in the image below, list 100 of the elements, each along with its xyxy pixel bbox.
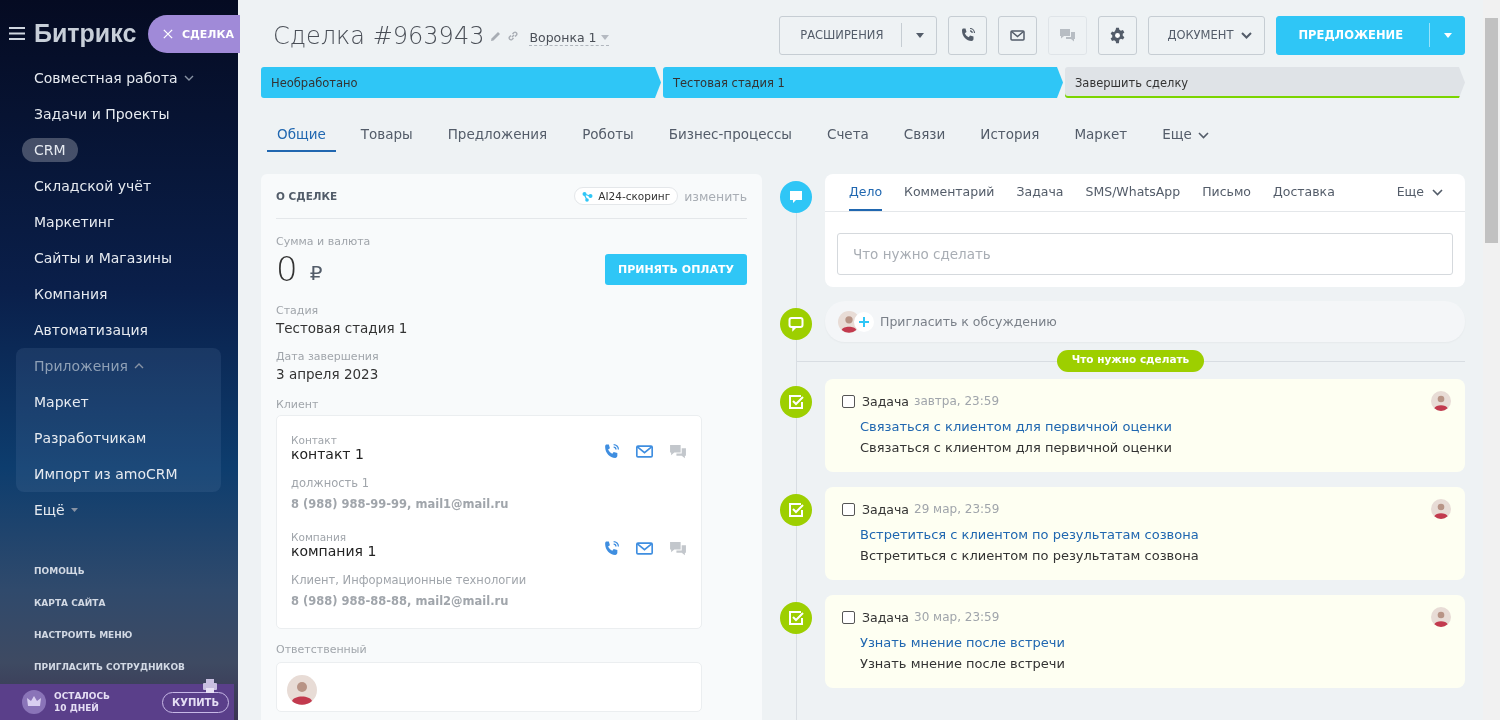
caret-icon <box>70 508 78 512</box>
tab[interactable]: Маркет <box>1064 118 1138 152</box>
stage-step[interactable]: Завершить сделку <box>1065 67 1465 98</box>
activity-tab[interactable]: SMS/WhatsApp <box>1085 174 1181 211</box>
printer-icon[interactable] <box>202 678 218 694</box>
menu-item[interactable]: Маркетинг <box>22 210 127 234</box>
settings-button[interactable] <box>1098 15 1138 55</box>
plus-icon <box>854 311 874 332</box>
menu-item[interactable]: Компания <box>22 282 120 306</box>
todo-input[interactable]: Что нужно сделать <box>837 233 1453 275</box>
task-type: Задача <box>862 501 910 517</box>
tab[interactable]: Связи <box>893 118 956 152</box>
checkbox[interactable] <box>842 502 855 516</box>
phone-icon <box>959 27 976 43</box>
nodes-icon <box>582 190 594 202</box>
client-contacts: 8 (988) 988-99-99, mail1@mail.ru <box>291 497 510 511</box>
field-label: Дата завершения <box>276 350 380 363</box>
footer-link[interactable]: ПРИГЛАСИТЬ СОТРУДНИКОВ <box>34 658 185 676</box>
menu-item[interactable]: Разработчикам <box>22 426 159 450</box>
checkbox[interactable] <box>842 610 855 624</box>
client-name: компания 1 <box>291 543 377 559</box>
tab[interactable]: Еще <box>1152 118 1219 152</box>
comment-icon <box>780 308 812 340</box>
menu-item[interactable]: Складской учёт <box>22 174 164 198</box>
document-button[interactable]: ДОКУМЕНТ <box>1148 15 1266 55</box>
call-button[interactable] <box>948 15 988 55</box>
scoring-badge[interactable]: AI24-скоринг <box>574 187 679 205</box>
task-deadline: 30 мар, 23:59 <box>914 610 1001 624</box>
activity-tab[interactable]: Письмо <box>1202 174 1251 211</box>
invite-bar[interactable]: Пригласить к обсуждению <box>825 301 1465 342</box>
tab[interactable]: Счета <box>816 118 879 152</box>
funnel-dropdown[interactable]: Воронка 1 <box>529 30 609 46</box>
trial-days: ОСТАЛОСЬ 10 ДНЕЙ <box>54 690 154 714</box>
task-title-link[interactable]: Связаться с клиентом для первичной оценки <box>860 419 1451 434</box>
footer-link[interactable]: НАСТРОИТЬ МЕНЮ <box>34 626 133 644</box>
menu-item[interactable]: Ещё <box>16 492 221 528</box>
activity-tab[interactable]: Задача <box>1016 174 1064 211</box>
menu-item[interactable]: Приложения <box>16 348 221 384</box>
client-type: Контакт <box>291 434 338 446</box>
tab[interactable]: Предложения <box>437 118 558 152</box>
comment-icon <box>780 181 812 213</box>
client-type: Компания <box>291 531 348 543</box>
envelope-icon[interactable] <box>635 542 654 555</box>
stage-step[interactable]: Тестовая стадия 1 <box>663 67 1063 98</box>
deal-title: Сделка #963943 <box>273 22 485 50</box>
caret-icon <box>916 32 925 38</box>
task-type: Задача <box>862 393 910 409</box>
tab[interactable]: Общие <box>267 118 336 152</box>
envelope-icon[interactable] <box>635 445 654 458</box>
phone-icon[interactable] <box>603 443 620 460</box>
task-type: Задача <box>862 609 910 625</box>
field-label: Стадия <box>276 304 320 317</box>
caret-icon <box>1444 32 1452 38</box>
checkbox[interactable] <box>842 394 855 408</box>
settings-icon <box>1109 26 1127 44</box>
email-button[interactable] <box>998 15 1038 55</box>
avatar-icon <box>1431 499 1451 519</box>
field-value: 3 апреля 2023 <box>276 366 380 382</box>
pencil-icon[interactable] <box>490 30 502 42</box>
logo: Битрикс <box>34 18 137 48</box>
close-icon <box>163 28 173 40</box>
activity-tab[interactable]: Доставка <box>1273 174 1335 211</box>
menu-item[interactable]: Маркет <box>22 390 101 414</box>
task-icon <box>780 494 812 526</box>
menu-item[interactable]: CRM <box>22 138 78 162</box>
phone-icon[interactable] <box>603 540 620 557</box>
tab[interactable]: Бизнес-процессы <box>658 118 802 152</box>
client-name: контакт 1 <box>291 446 364 462</box>
field-label: Сумма и валюта <box>276 235 372 248</box>
menu-item[interactable]: Сайты и Магазины <box>22 246 184 270</box>
task-deadline: завтра, 23:59 <box>914 394 1000 408</box>
activity-tab[interactable]: Дело <box>849 174 883 211</box>
currency-sign: ₽ <box>309 261 324 285</box>
client-contacts: 8 (988) 988-88-88, mail2@mail.ru <box>291 594 510 608</box>
extensions-button[interactable]: РАСШИРЕНИЯ <box>779 15 938 55</box>
menu-item[interactable]: Совместная работа <box>16 60 221 96</box>
field-label: Клиент <box>276 398 320 411</box>
menu-item[interactable]: Задачи и Проекты <box>22 102 182 126</box>
avatar-icon <box>1431 391 1451 411</box>
envelope-icon <box>1010 29 1026 41</box>
more-tab[interactable]: Еще <box>1396 174 1443 211</box>
link-icon[interactable] <box>507 30 520 42</box>
tab[interactable]: История <box>970 118 1050 152</box>
avatar-icon <box>1431 607 1451 627</box>
chevron-icon <box>1241 31 1253 39</box>
task-title-link[interactable]: Встретиться с клиентом по результатам созвона <box>860 527 1451 542</box>
task-description: Связаться с клиентом для первичной оценки <box>860 440 1174 455</box>
activity-tab[interactable]: Комментарий <box>904 174 995 211</box>
menu-item[interactable]: Автоматизация <box>22 318 161 342</box>
tab[interactable]: Роботы <box>572 118 644 152</box>
menu-icon[interactable] <box>9 26 25 40</box>
footer-link[interactable]: КАРТА САЙТА <box>34 594 106 612</box>
footer-link[interactable]: ПОМОЩЬ <box>34 562 85 580</box>
tab[interactable]: Товары <box>350 118 423 152</box>
crown-icon <box>22 690 46 714</box>
task-icon <box>780 602 812 634</box>
menu-item[interactable]: Импорт из amoCRM <box>22 462 190 486</box>
field-label: Ответственный <box>276 643 368 656</box>
stage-step[interactable]: Необработано <box>261 67 661 98</box>
task-title-link[interactable]: Узнать мнение после встречи <box>860 635 1451 650</box>
